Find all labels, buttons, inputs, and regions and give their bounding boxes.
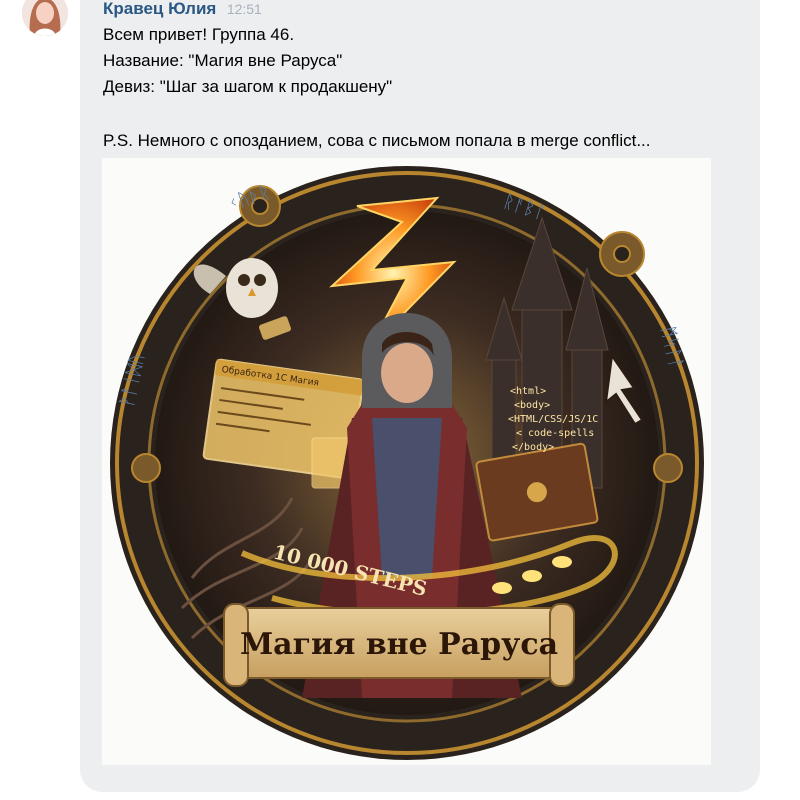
svg-text:<HTML/CSS/JS/1C: <HTML/CSS/JS/1C [508, 414, 598, 425]
message-time[interactable]: 12:51 [227, 1, 262, 17]
svg-text:< code-spells: < code-spells [516, 428, 594, 439]
message-ps: P.S. Немного с опозданием, сова с письмо… [103, 131, 651, 150]
author-name[interactable]: Кравец Юлия [103, 0, 216, 18]
banner-text: Магия вне Раруса [240, 627, 558, 662]
message-header: Кравец Юлия 12:51 [103, 0, 262, 19]
emblem-illustration: ᚲᚤᚦᚱ ᚱᚨᛒᛚ ᚹᚨᛁᛞᚢ ᛗᛋᛚᚨ Обработка 1С Магия … [110, 166, 704, 760]
message-line-greeting: Всем привет! Группа 46. [103, 25, 295, 44]
attached-image[interactable]: ᚲᚤᚦᚱ ᚱᚨᛒᛚ ᚹᚨᛁᛞᚢ ᛗᛋᛚᚨ Обработка 1С Магия … [102, 158, 711, 765]
svg-text:</body>: </body> [512, 442, 554, 453]
banner-scroll: Магия вне Раруса [223, 603, 575, 687]
author-avatar[interactable] [22, 0, 68, 36]
message-line-name: Название: "Магия вне Раруса" [103, 51, 343, 70]
svg-text:<html>: <html> [510, 386, 546, 397]
message-text: Всем привет! Группа 46. Название: "Магия… [103, 22, 753, 100]
svg-text:<body>: <body> [514, 400, 550, 411]
message-line-motto: Девиз: "Шаг за шагом к продакшену" [103, 77, 393, 96]
